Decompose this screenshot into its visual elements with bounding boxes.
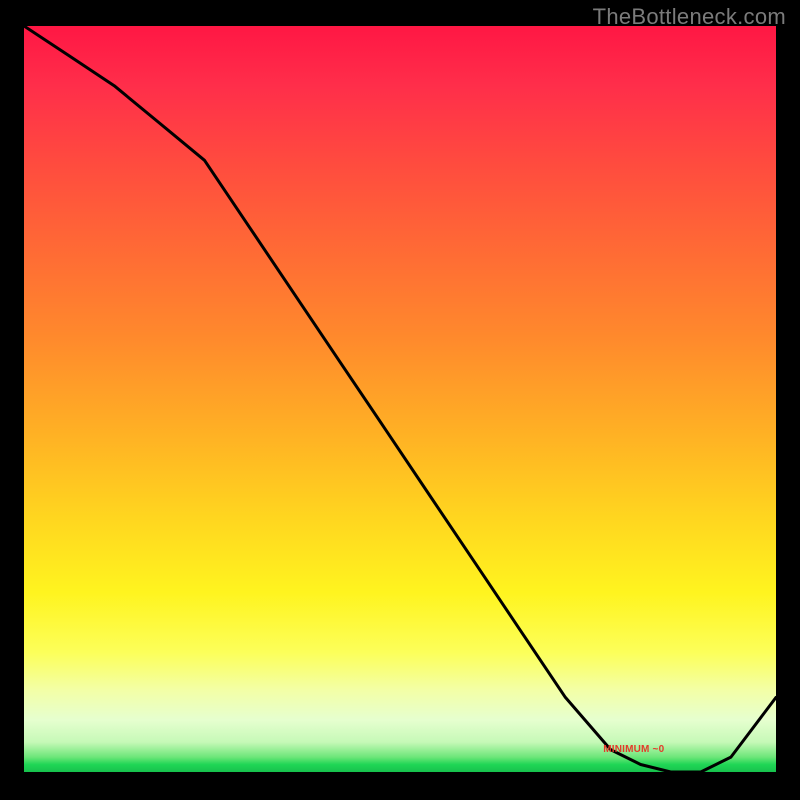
minimum-annotation: MINIMUM ~0 [603,744,664,755]
attribution-label: TheBottleneck.com [593,4,786,30]
bottleneck-curve [24,26,776,772]
chart-frame: TheBottleneck.com MINIMUM ~0 [0,0,800,800]
plot-area: MINIMUM ~0 [24,26,776,772]
